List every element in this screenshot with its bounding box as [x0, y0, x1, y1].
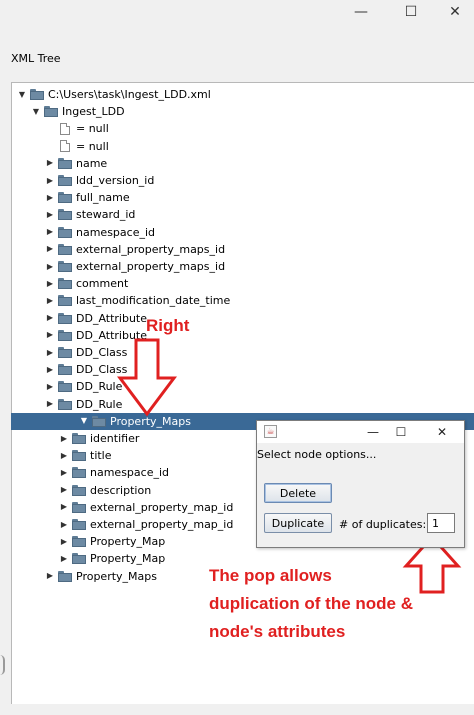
annotation-pop-text: The pop allows duplication of the node &…: [209, 562, 413, 646]
annotation-line-2: duplication of the node &: [209, 594, 413, 613]
annotation-line-3: node's attributes: [209, 622, 346, 641]
duplicate-button[interactable]: Duplicate: [264, 513, 332, 533]
down-arrow-shape: [117, 338, 177, 417]
node-options-dialog: ☕ — ☐ ✕ Select node options... Delete Du…: [256, 420, 465, 548]
dialog-minimize-button[interactable]: —: [361, 423, 385, 441]
dialog-titlebar: ☕ — ☐ ✕: [257, 421, 464, 443]
java-app-icon: ☕: [264, 425, 277, 438]
dialog-maximize-button[interactable]: ☐: [389, 423, 413, 441]
annotation-line-1: The pop allows: [209, 566, 332, 585]
delete-button[interactable]: Delete: [264, 483, 332, 503]
duplicates-count-input[interactable]: 1: [427, 513, 455, 533]
dialog-message: Select node options...: [257, 448, 377, 461]
duplicates-label: # of duplicates:: [339, 518, 427, 531]
dialog-close-button[interactable]: ✕: [430, 423, 454, 441]
bottom-strip: [0, 704, 474, 715]
